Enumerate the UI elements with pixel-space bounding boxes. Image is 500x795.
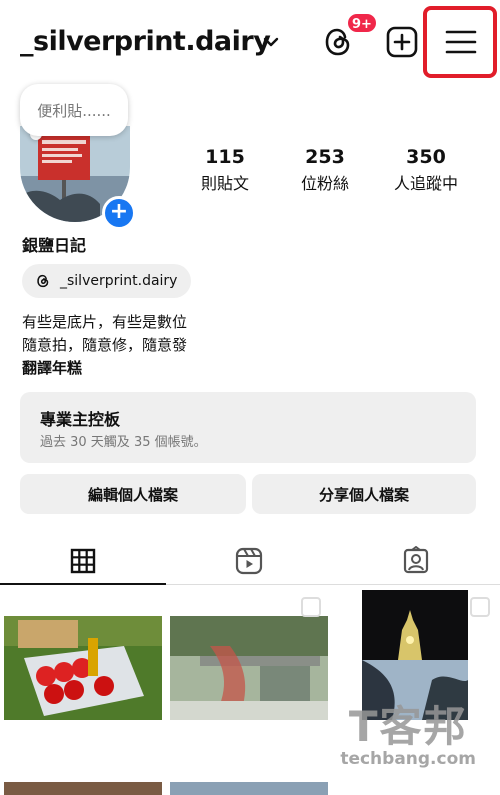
tab-tagged[interactable] xyxy=(332,538,500,584)
notification-badge: 9+ xyxy=(346,12,378,34)
chevron-down-icon[interactable] xyxy=(262,30,280,54)
edit-profile-button[interactable]: 編輯個人檔案 xyxy=(20,474,246,514)
stat-posts[interactable]: 115 則貼文 xyxy=(180,146,270,194)
threads-handle: _silverprint.dairy xyxy=(60,273,178,289)
add-post-icon[interactable] xyxy=(384,24,420,60)
dashboard-subtitle: 過去 30 天觸及 35 個帳號。 xyxy=(40,435,207,450)
stat-followers[interactable]: 253 位粉絲 xyxy=(280,146,370,194)
professional-dashboard[interactable]: 專業主控板 過去 30 天觸及 35 個帳號。 xyxy=(20,392,476,463)
watermark: T客邦 techbang.com xyxy=(340,702,476,770)
threads-icon xyxy=(37,274,49,288)
stat-following-label: 人追蹤中 xyxy=(393,174,458,193)
bio-line: 隨意拍，隨意修，隨意發 xyxy=(22,336,188,354)
post-thumbnail[interactable] xyxy=(170,616,328,720)
grid-icon xyxy=(70,548,96,574)
stat-followers-value: 253 xyxy=(305,146,345,168)
tab-reels[interactable] xyxy=(166,538,332,584)
tab-grid[interactable] xyxy=(0,538,166,584)
profile-username[interactable]: _silverprint.dairy xyxy=(20,26,271,57)
post-thumbnail[interactable] xyxy=(4,782,162,795)
add-story-icon[interactable]: + xyxy=(102,196,136,230)
display-name: 銀鹽日記 xyxy=(22,236,87,255)
post-thumbnail[interactable] xyxy=(4,616,162,720)
stat-following-value: 350 xyxy=(406,146,446,168)
stat-following[interactable]: 350 人追蹤中 xyxy=(381,146,471,194)
active-tab-indicator xyxy=(0,583,166,585)
watermark-logo: T客邦 xyxy=(348,702,468,751)
stat-posts-label: 則貼文 xyxy=(200,174,249,193)
multi-select-checkbox[interactable] xyxy=(470,597,490,617)
watermark-text: techbang.com xyxy=(340,749,476,769)
bio-line: 有些是底片，有些是數位 xyxy=(22,313,188,331)
menu-icon[interactable] xyxy=(444,27,478,57)
threads-profile-link[interactable]: _silverprint.dairy xyxy=(22,264,192,298)
tagged-icon xyxy=(403,546,429,574)
multi-select-checkbox[interactable] xyxy=(301,597,321,617)
stat-posts-value: 115 xyxy=(205,146,245,168)
post-image xyxy=(362,590,468,720)
post-thumbnail[interactable] xyxy=(170,782,328,795)
post-thumbnail[interactable] xyxy=(362,590,468,720)
bio-line: 翻譯年糕 xyxy=(22,359,83,377)
note-bubble[interactable]: 便利貼...... xyxy=(20,84,128,136)
share-profile-button[interactable]: 分享個人檔案 xyxy=(252,474,476,514)
dashboard-title: 專業主控板 xyxy=(40,410,121,429)
post-image xyxy=(4,616,162,720)
stat-followers-label: 位粉絲 xyxy=(300,174,349,193)
reels-icon xyxy=(235,547,263,575)
post-image xyxy=(170,616,328,720)
